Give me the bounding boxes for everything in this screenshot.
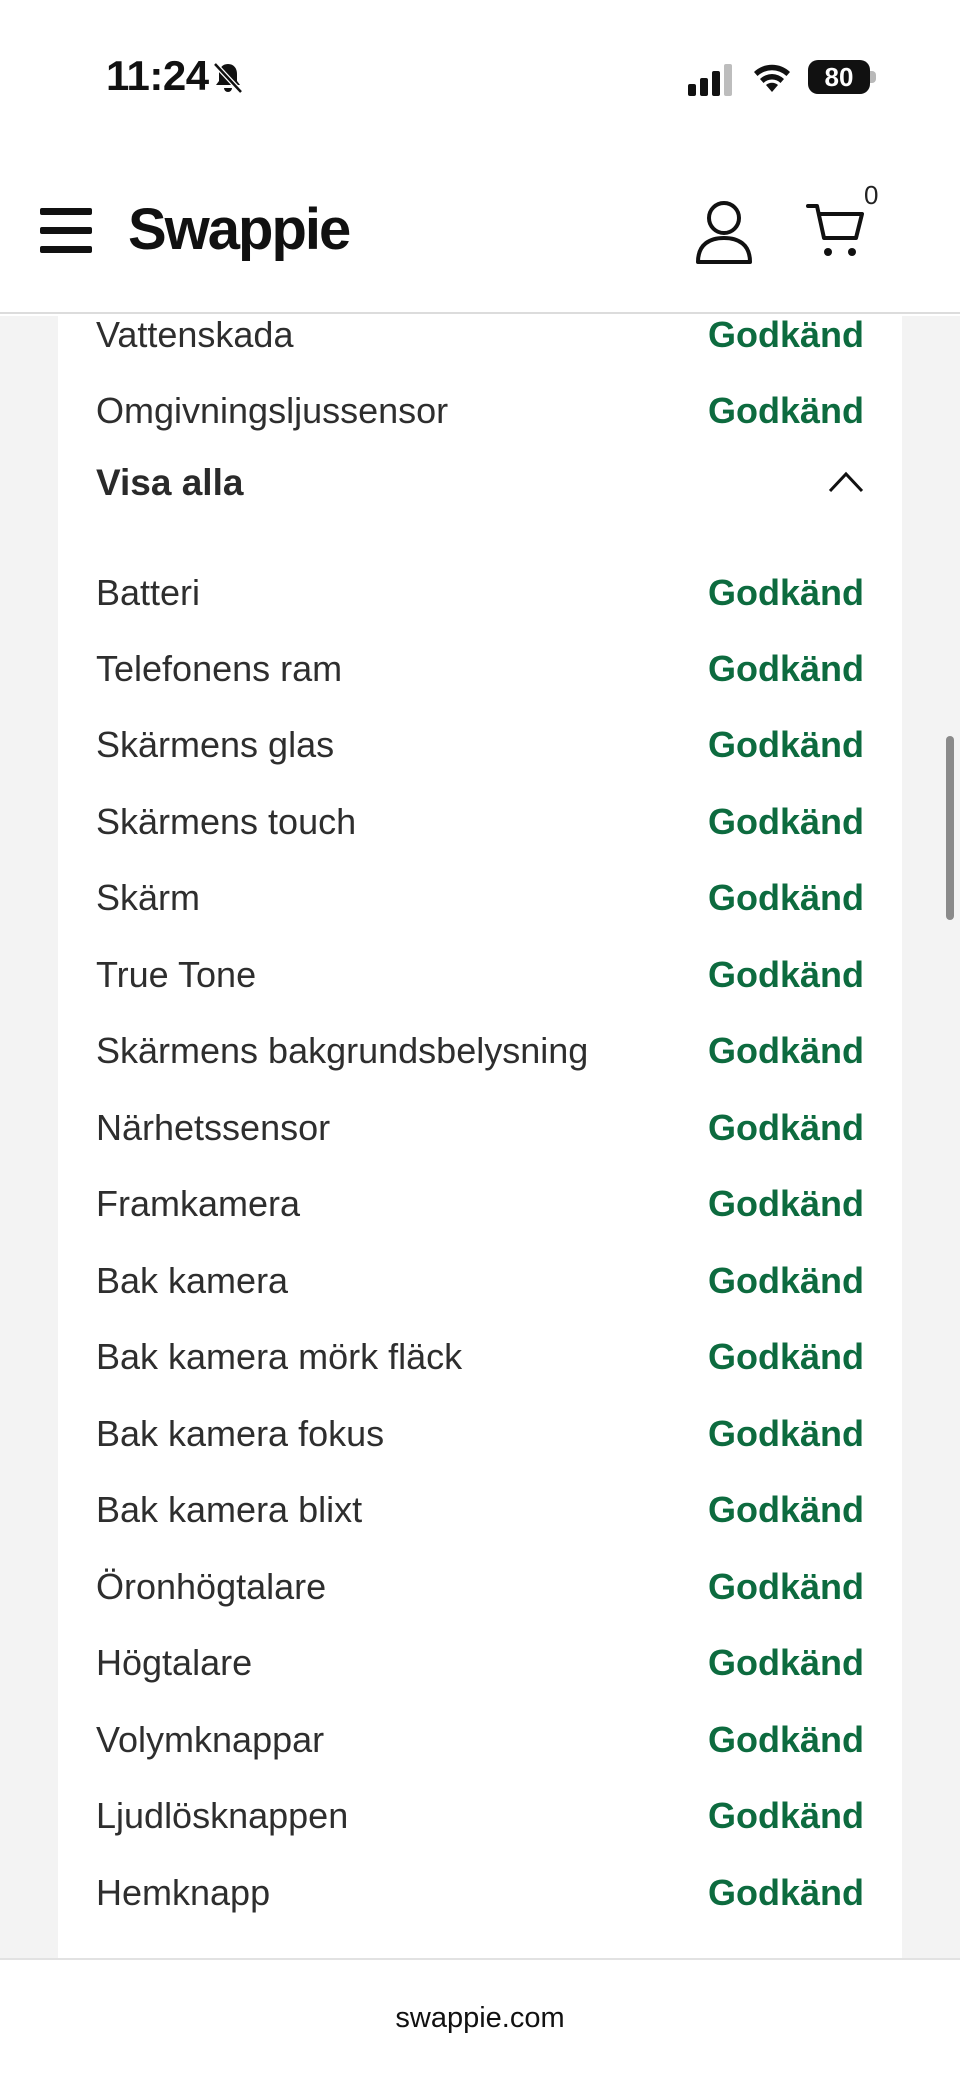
check-label: Vattenskada xyxy=(96,316,294,355)
check-label: Skärmens touch xyxy=(96,801,357,842)
check-label: Skärmens glas xyxy=(96,724,335,765)
check-row: Bak kamera mörk fläck Godkänd xyxy=(96,1336,864,1386)
check-status: Godkänd xyxy=(707,954,864,995)
url-text[interactable]: swappie.com xyxy=(0,2002,960,2035)
scrollbar[interactable] xyxy=(946,736,954,920)
check-label: Öronhögtalare xyxy=(96,1566,327,1607)
check-label: Bak kamera xyxy=(96,1260,289,1301)
check-label: Hemknapp xyxy=(96,1872,271,1913)
check-status: Godkänd xyxy=(707,1566,864,1607)
check-row: Skärmens glas Godkänd xyxy=(96,724,864,774)
check-status: Godkänd xyxy=(707,1642,864,1683)
browser-url-bar[interactable]: swappie.com xyxy=(0,1958,960,2087)
check-status: Godkänd xyxy=(707,648,864,689)
battery-icon: 80 xyxy=(808,60,876,94)
check-status: Godkänd xyxy=(707,316,864,355)
check-status: Godkänd xyxy=(707,390,864,431)
check-label: Bak kamera fokus xyxy=(96,1413,385,1454)
check-status: Godkänd xyxy=(707,1260,864,1301)
check-row: Omgivningsljussensor Godkänd xyxy=(96,390,864,440)
check-row: Bak kamera Godkänd xyxy=(96,1260,864,1310)
check-label: Framkamera xyxy=(96,1183,301,1224)
cart-count-badge: 0 xyxy=(864,180,879,210)
check-status: Godkänd xyxy=(707,1336,864,1377)
check-status: Godkänd xyxy=(707,1489,864,1530)
check-label: Högtalare xyxy=(96,1642,253,1683)
check-label: Ljudlösknappen xyxy=(96,1795,349,1836)
user-icon[interactable] xyxy=(694,198,754,264)
check-label: Batteri xyxy=(96,572,201,613)
check-row: Hemknapp Godkänd xyxy=(96,1872,864,1922)
check-label: Bak kamera mörk fläck xyxy=(96,1336,463,1377)
check-label: Närhetssensor xyxy=(96,1107,331,1148)
check-row: Skärmens bakgrundsbelysning Godkänd xyxy=(96,1030,864,1080)
page-background: Vattenskada Godkänd Omgivningsljussensor… xyxy=(0,316,960,1960)
check-label: True Tone xyxy=(96,954,257,995)
check-status: Godkänd xyxy=(707,572,864,613)
check-row: Bak kamera blixt Godkänd xyxy=(96,1489,864,1539)
check-status: Godkänd xyxy=(707,1183,864,1224)
status-bar: 11:24 80 xyxy=(0,0,960,150)
check-status: Godkänd xyxy=(707,877,864,918)
check-row: Närhetssensor Godkänd xyxy=(96,1107,864,1157)
check-row: True Tone Godkänd xyxy=(96,954,864,1004)
check-row: Högtalare Godkänd xyxy=(96,1642,864,1692)
bell-slash-icon xyxy=(213,62,243,94)
check-row: Öronhögtalare Godkänd xyxy=(96,1566,864,1616)
site-header: Swappie 0 xyxy=(0,150,960,314)
check-label: Bak kamera blixt xyxy=(96,1489,363,1530)
check-row: Framkamera Godkänd xyxy=(96,1183,864,1233)
check-status: Godkänd xyxy=(707,1030,864,1071)
battery-level: 80 xyxy=(824,62,854,92)
show-all-label: Visa alla xyxy=(96,462,244,503)
brand-logo[interactable]: Swappie xyxy=(128,196,351,263)
check-status: Godkänd xyxy=(707,1872,864,1913)
status-time: 11:24 xyxy=(106,52,209,99)
check-status: Godkänd xyxy=(707,1795,864,1836)
chevron-up-icon[interactable] xyxy=(828,470,864,494)
hamburger-menu-icon[interactable] xyxy=(40,208,92,254)
cart-icon[interactable] xyxy=(806,200,866,260)
check-row: Skärmens touch Godkänd xyxy=(96,801,864,851)
check-status: Godkänd xyxy=(707,724,864,765)
check-row: Bak kamera fokus Godkänd xyxy=(96,1413,864,1463)
check-label: Skärm xyxy=(96,877,201,918)
check-row: Telefonens ram Godkänd xyxy=(96,648,864,698)
signal-icon xyxy=(688,64,732,96)
wifi-icon xyxy=(754,64,790,92)
check-status: Godkänd xyxy=(707,1107,864,1148)
check-row: Volymknappar Godkänd xyxy=(96,1719,864,1769)
show-all-toggle[interactable]: Visa alla xyxy=(96,462,864,518)
check-label: Volymknappar xyxy=(96,1719,325,1760)
check-label: Skärmens bakgrundsbelysning xyxy=(96,1030,589,1071)
check-status: Godkänd xyxy=(707,1719,864,1760)
check-row: Vattenskada Godkänd xyxy=(96,316,864,364)
check-row: Ljudlösknappen Godkänd xyxy=(96,1795,864,1845)
inspection-card: Vattenskada Godkänd Omgivningsljussensor… xyxy=(58,316,902,1960)
check-status: Godkänd xyxy=(707,801,864,842)
check-status: Godkänd xyxy=(707,1413,864,1454)
check-row: Batteri Godkänd xyxy=(96,572,864,622)
check-row: Skärm Godkänd xyxy=(96,877,864,927)
check-label: Omgivningsljussensor xyxy=(96,390,449,431)
check-label: Telefonens ram xyxy=(96,648,343,689)
